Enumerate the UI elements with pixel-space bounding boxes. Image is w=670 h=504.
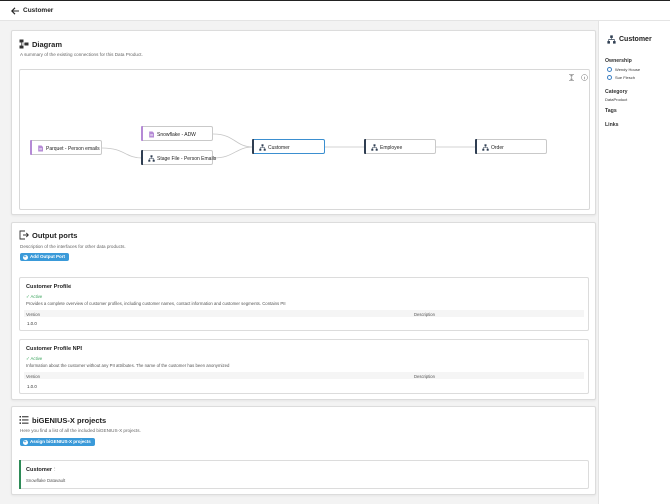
output-port-icon bbox=[19, 230, 29, 240]
hierarchy-icon bbox=[148, 154, 155, 162]
table-header: Version Description bbox=[24, 310, 584, 317]
node-label: Snowflake - ADW bbox=[157, 131, 196, 138]
output-port-card-customer-profile-npi[interactable]: Customer Profile NPI ⋮ ✓ Active Informat… bbox=[19, 339, 589, 394]
diagram-title: Diagram bbox=[32, 40, 63, 49]
output-ports-description: Description of the interfaces for other … bbox=[20, 244, 126, 249]
plus-icon: + bbox=[22, 438, 28, 445]
column-version: Version bbox=[26, 373, 40, 379]
node-color-bar bbox=[475, 139, 477, 154]
diagram-node-order[interactable]: Order bbox=[475, 139, 547, 154]
output-port-card-customer-profile[interactable]: Customer Profile ⋮ ✓ Active Provides a c… bbox=[19, 277, 589, 331]
node-color-bar bbox=[141, 150, 143, 165]
diagram-canvas[interactable]: Parquet - Person emails Snowflake - ADW … bbox=[19, 69, 590, 210]
user-icon bbox=[607, 66, 612, 72]
node-label: Stage File - Person Emails bbox=[157, 155, 217, 162]
status-badge: ✓ Active bbox=[26, 294, 43, 299]
plus-icon: + bbox=[22, 253, 28, 260]
assign-projects-label: Assign biGENIUS-X projects bbox=[30, 439, 91, 444]
node-color-bar bbox=[141, 126, 143, 141]
output-ports-card: Output ports Description of the interfac… bbox=[11, 222, 596, 400]
assign-projects-button[interactable]: + Assign biGENIUS-X projects bbox=[20, 438, 95, 446]
top-bar: Customer bbox=[0, 1, 670, 21]
user-icon bbox=[607, 74, 612, 80]
category-value: DataProduct bbox=[605, 97, 628, 102]
tags-label: Tags bbox=[605, 108, 617, 114]
output-port-name: Customer Profile NPI bbox=[26, 346, 82, 352]
output-port-description: Provides a complete overview of customer… bbox=[26, 301, 286, 306]
project-name: Customer bbox=[26, 467, 53, 473]
diagram-card: Diagram A summary of the existing connec… bbox=[11, 30, 596, 215]
file-icon bbox=[38, 145, 43, 151]
column-version: Version bbox=[26, 311, 40, 317]
projects-title: biGENIUS-X projects bbox=[32, 416, 107, 425]
node-label: Parquet - Person emails bbox=[46, 145, 100, 152]
hierarchy-icon bbox=[371, 143, 378, 151]
diagram-description: A summary of the existing connections fo… bbox=[20, 52, 143, 57]
project-color-bar bbox=[19, 460, 21, 489]
output-port-name: Customer Profile bbox=[26, 284, 72, 290]
column-description: Description bbox=[414, 311, 435, 317]
output-port-description: Information about the customer without a… bbox=[26, 363, 230, 368]
node-color-bar bbox=[364, 139, 366, 154]
projects-description: Here you find a list of all the included… bbox=[20, 428, 141, 433]
diagram-node-parquet-person-emails[interactable]: Parquet - Person emails bbox=[30, 140, 102, 155]
hierarchy-icon bbox=[607, 35, 616, 44]
node-color-bar bbox=[30, 140, 32, 155]
node-label: Employee bbox=[380, 144, 403, 151]
ownership-label: Ownership bbox=[605, 58, 632, 64]
category-label: Category bbox=[605, 89, 628, 95]
status-badge: ✓ Active bbox=[26, 356, 43, 361]
table-header: Version Description bbox=[24, 372, 584, 379]
version-value: 1.0.0 bbox=[27, 321, 37, 326]
output-ports-title: Output ports bbox=[32, 231, 78, 240]
list-icon bbox=[19, 416, 29, 424]
diagram-node-snowflake-adw[interactable]: Snowflake - ADW bbox=[141, 126, 213, 141]
project-card-customer[interactable]: Customer ⋮ Snowflake Datavault bbox=[19, 460, 589, 489]
diagram-node-customer[interactable]: Customer bbox=[252, 139, 325, 154]
details-side-panel: Customer Ownership Wendy House Sue Flesc… bbox=[598, 21, 670, 504]
side-panel-title: Customer bbox=[619, 36, 652, 43]
hierarchy-icon bbox=[259, 143, 266, 151]
version-value: 1.0.0 bbox=[27, 384, 37, 389]
node-color-bar bbox=[252, 139, 254, 154]
projects-card: biGENIUS-X projects Here you find a list… bbox=[11, 406, 596, 495]
more-options-icon[interactable]: ⋮ bbox=[52, 467, 58, 473]
page-title: Customer bbox=[23, 7, 54, 14]
column-description: Description bbox=[414, 373, 435, 379]
add-output-port-button[interactable]: + Add Output Port bbox=[20, 253, 69, 261]
owner-name: Wendy House bbox=[615, 67, 641, 72]
more-options-icon[interactable]: ⋮ bbox=[68, 284, 74, 290]
file-icon bbox=[149, 131, 154, 137]
project-subtitle: Snowflake Datavault bbox=[26, 478, 66, 483]
owner-name: Sue Flesch bbox=[615, 75, 636, 80]
links-label: Links bbox=[605, 122, 619, 128]
diagram-node-employee[interactable]: Employee bbox=[364, 139, 436, 154]
diagram-node-stage-file-person-emails[interactable]: Stage File - Person Emails bbox=[141, 150, 217, 165]
add-output-port-label: Add Output Port bbox=[30, 254, 65, 259]
node-label: Order bbox=[491, 144, 504, 151]
more-options-icon[interactable]: ⋮ bbox=[79, 346, 85, 352]
diagram-icon bbox=[19, 39, 29, 49]
node-label: Customer bbox=[268, 144, 290, 151]
arrow-left-icon[interactable] bbox=[10, 6, 20, 16]
hierarchy-icon bbox=[482, 143, 489, 151]
